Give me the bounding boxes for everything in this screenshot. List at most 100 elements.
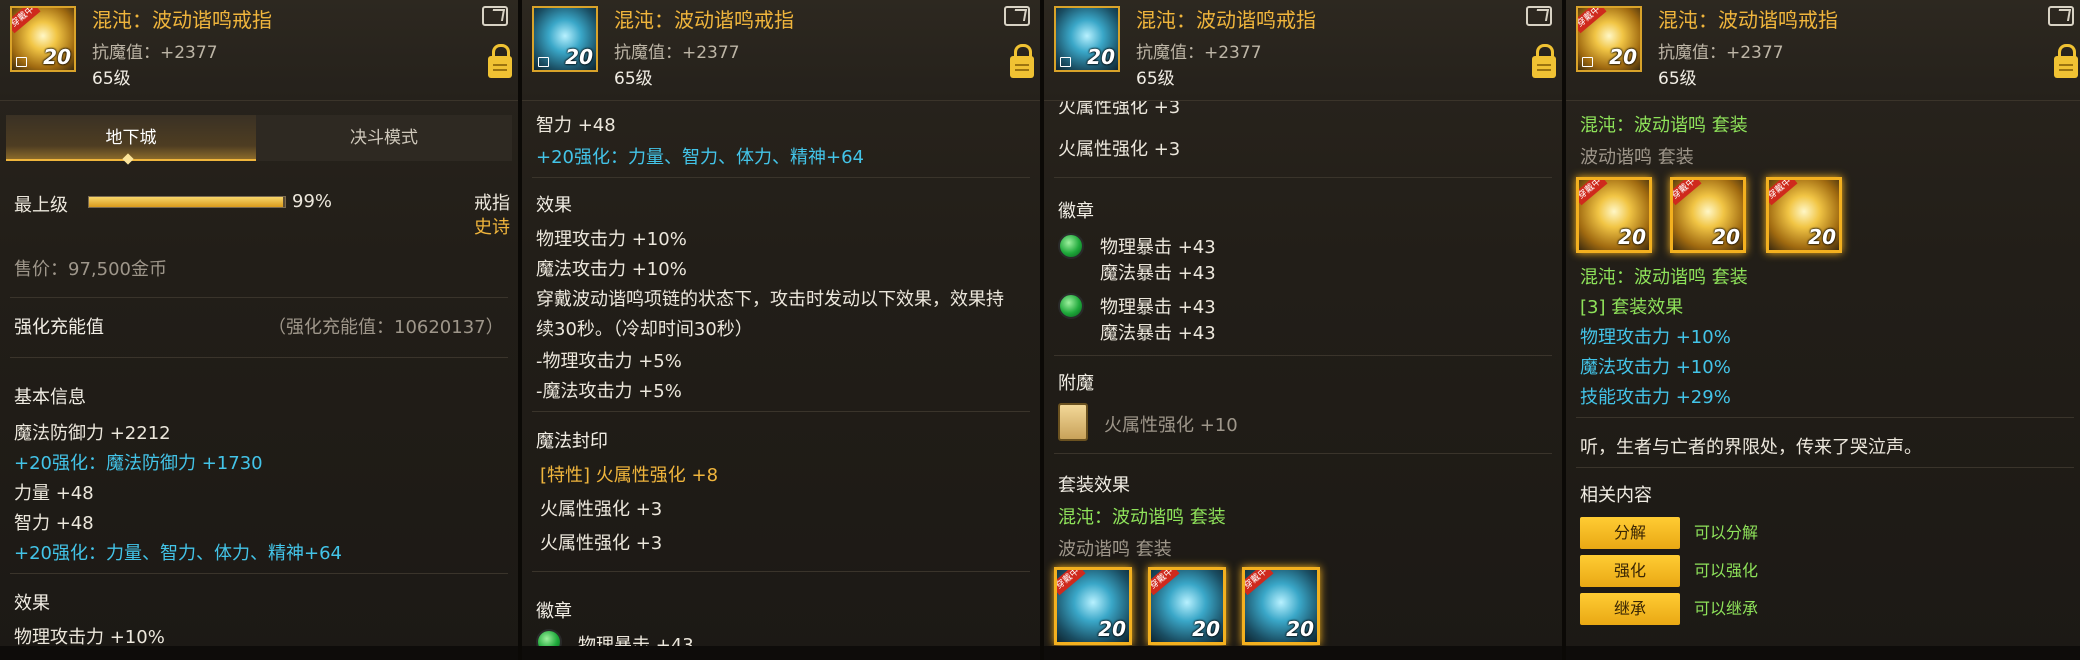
set-name: 混沌：波动谐鸣 套装 bbox=[1058, 507, 1226, 528]
reinforce-level-badge: 20 bbox=[43, 45, 71, 69]
set-effect-line: 技能攻击力 +29% bbox=[1580, 387, 1731, 408]
set-effect-line: 魔法攻击力 +10% bbox=[1580, 357, 1731, 378]
item-stat: 抗魔值：+2377 bbox=[1658, 43, 1784, 63]
tooltip-header: 20 混沌：波动谐鸣戒指 抗魔值：+2377 65级 bbox=[1044, 0, 1562, 101]
reinforce-level-badge: 20 bbox=[1098, 617, 1126, 641]
ring-item-icon: 穿戴中 20 bbox=[10, 6, 76, 72]
item-type: 戒指 bbox=[474, 193, 510, 214]
tooltip-header: 20 混沌：波动谐鸣戒指 抗魔值：+2377 65级 bbox=[522, 0, 1040, 101]
flavor-text: 听，生者与亡者的界限处，传来了哭泣声。 bbox=[1580, 437, 1922, 458]
lock-icon[interactable] bbox=[2054, 44, 2078, 78]
tab-duel-mode[interactable]: 决斗模式 bbox=[256, 115, 512, 161]
set-effect-line: 物理攻击力 +10% bbox=[1580, 327, 1731, 348]
divider bbox=[532, 571, 1030, 572]
divider bbox=[1576, 467, 2074, 468]
emblem-line: 物理暴击 +43 bbox=[1100, 237, 1216, 258]
lock-mini-icon bbox=[538, 57, 549, 67]
magic-seal-title: 魔法封印 bbox=[536, 431, 608, 452]
bottom-strip bbox=[1044, 646, 1562, 660]
reinforce-level-badge: 20 bbox=[1618, 225, 1646, 249]
reinforce-title: 强化充能值 bbox=[14, 317, 104, 338]
emblem-title: 徽章 bbox=[536, 601, 572, 622]
disassemble-note: 可以分解 bbox=[1694, 523, 1759, 542]
emblem-line: 物理暴击 +43 bbox=[1100, 297, 1216, 318]
share-icon[interactable] bbox=[2048, 6, 2074, 26]
lock-icon[interactable] bbox=[1532, 44, 1556, 78]
set-effect-title: 套装效果 bbox=[1058, 475, 1130, 496]
reinforce-level-badge: 20 bbox=[1808, 225, 1836, 249]
seal-line: [特性] 火属性强化 +8 bbox=[540, 465, 719, 486]
reinforce-level-badge: 20 bbox=[1192, 617, 1220, 641]
emblem-title: 徽章 bbox=[1058, 201, 1094, 222]
item-level: 65级 bbox=[614, 69, 653, 89]
item-tooltip-panel: 20 混沌：波动谐鸣戒指 抗魔值：+2377 65级 智力 +48 +20强化：… bbox=[522, 0, 1044, 660]
equipped-ribbon: 穿戴中 bbox=[12, 8, 41, 34]
reinforce-note: 可以强化 bbox=[1694, 561, 1759, 580]
bottom-strip bbox=[522, 646, 1040, 660]
basic-line: +20强化：力量、智力、体力、精神+64 bbox=[14, 543, 342, 564]
reinforce-level-badge: 20 bbox=[1712, 225, 1740, 249]
equipped-ribbon: 穿戴中 bbox=[1057, 570, 1086, 596]
item-title: 混沌：波动谐鸣戒指 bbox=[614, 8, 794, 32]
item-rarity: 史诗 bbox=[474, 217, 510, 238]
set-name: 混沌：波动谐鸣 套装 bbox=[1580, 267, 1748, 288]
basic-line: 智力 +48 bbox=[14, 513, 94, 534]
enchant-card-icon bbox=[1058, 403, 1088, 441]
set-subtitle: 波动谐鸣 套装 bbox=[1580, 147, 1694, 168]
set-item-icon[interactable]: 穿戴中 20 bbox=[1054, 567, 1132, 645]
set-item-icon[interactable]: 穿戴中 20 bbox=[1242, 567, 1320, 645]
lock-mini-icon bbox=[1060, 57, 1071, 67]
reinforce-button[interactable]: 强化 bbox=[1580, 555, 1680, 587]
share-icon[interactable] bbox=[482, 6, 508, 26]
grade-percent: 99% bbox=[292, 191, 333, 212]
related-title: 相关内容 bbox=[1580, 485, 1652, 506]
set-item-icon[interactable]: 穿戴中 20 bbox=[1766, 177, 1842, 253]
item-tooltip-panel: 穿戴中 20 混沌：波动谐鸣戒指 抗魔值：+2377 65级 混沌：波动谐鸣 套… bbox=[1566, 0, 2080, 660]
green-emblem-icon bbox=[1058, 233, 1084, 259]
item-tooltip-panel: 20 混沌：波动谐鸣戒指 抗魔值：+2377 65级 火属性强化 +3 火属性强… bbox=[1044, 0, 1566, 660]
tooltip-header: 穿戴中 20 混沌：波动谐鸣戒指 抗魔值：+2377 65级 bbox=[1566, 0, 2080, 101]
item-tooltip-panel: 穿戴中 20 混沌：波动谐鸣戒指 抗魔值：+2377 65级 地下城 决斗模式 … bbox=[0, 0, 522, 660]
seal-line: 火属性强化 +3 bbox=[1058, 139, 1181, 160]
item-title: 混沌：波动谐鸣戒指 bbox=[92, 8, 272, 32]
effect-line: -物理攻击力 +5% bbox=[536, 351, 682, 372]
item-title: 混沌：波动谐鸣戒指 bbox=[1658, 8, 1838, 32]
reinforce-level-badge: 20 bbox=[1087, 45, 1115, 69]
set-item-icon[interactable]: 穿戴中 20 bbox=[1670, 177, 1746, 253]
effect-line: 穿戴波动谐鸣项链的状态下，攻击时发动以下效果，效果持 bbox=[536, 289, 1004, 310]
basic-line: 力量 +48 bbox=[14, 483, 94, 504]
enchant-title: 附魔 bbox=[1058, 373, 1094, 394]
lock-mini-icon bbox=[1582, 57, 1593, 67]
divider bbox=[10, 573, 508, 574]
tooltip-header: 穿戴中 20 混沌：波动谐鸣戒指 抗魔值：+2377 65级 bbox=[0, 0, 518, 101]
ring-item-icon: 20 bbox=[1054, 6, 1120, 72]
tab-dungeon[interactable]: 地下城 bbox=[6, 115, 256, 161]
item-stat: 抗魔值：+2377 bbox=[1136, 43, 1262, 63]
disassemble-button[interactable]: 分解 bbox=[1580, 517, 1680, 549]
equipped-ribbon: 穿戴中 bbox=[1151, 570, 1180, 596]
sell-price: 售价：97,500金币 bbox=[14, 259, 167, 280]
enchant-line: 火属性强化 +10 bbox=[1104, 415, 1238, 436]
inherit-button[interactable]: 继承 bbox=[1580, 593, 1680, 625]
grade-progress-bar bbox=[88, 196, 286, 208]
green-emblem-icon bbox=[1058, 293, 1084, 319]
effect-line: 续30秒。（冷却时间30秒） bbox=[536, 319, 753, 340]
equipped-ribbon: 穿戴中 bbox=[1673, 180, 1702, 206]
grade-progress-fill bbox=[89, 197, 284, 207]
effect-line: -魔法攻击力 +5% bbox=[536, 381, 682, 402]
reinforce-level-badge: 20 bbox=[1286, 617, 1314, 641]
share-icon[interactable] bbox=[1526, 6, 1552, 26]
basic-info-title: 基本信息 bbox=[14, 387, 86, 408]
lock-icon[interactable] bbox=[488, 44, 512, 78]
seal-line: 火属性强化 +3 bbox=[1058, 101, 1181, 118]
item-level: 65级 bbox=[1658, 69, 1697, 89]
item-title: 混沌：波动谐鸣戒指 bbox=[1136, 8, 1316, 32]
share-icon[interactable] bbox=[1004, 6, 1030, 26]
set-item-icon[interactable]: 穿戴中 20 bbox=[1576, 177, 1652, 253]
reinforce-value: （强化充能值：10620137） bbox=[268, 317, 504, 338]
lock-icon[interactable] bbox=[1010, 44, 1034, 78]
effect-title: 效果 bbox=[536, 195, 572, 216]
set-name: 混沌：波动谐鸣 套装 bbox=[1580, 115, 1748, 136]
set-item-icon[interactable]: 穿戴中 20 bbox=[1148, 567, 1226, 645]
item-stat: 抗魔值：+2377 bbox=[92, 43, 218, 63]
